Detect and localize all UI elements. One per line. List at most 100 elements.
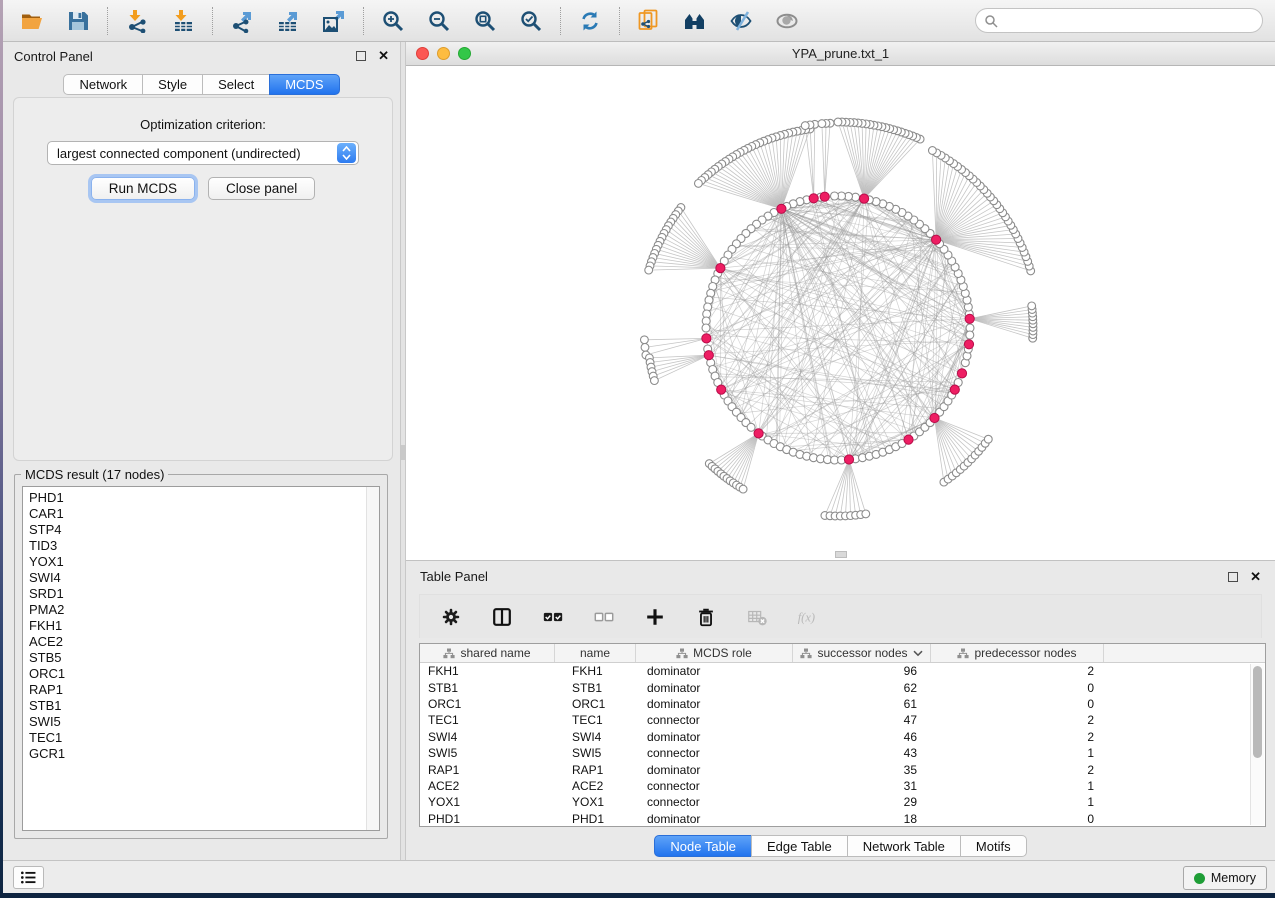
leaf-node <box>984 435 992 443</box>
tab-network[interactable]: Network <box>63 74 143 95</box>
table-row[interactable]: YOX1YOX1connector291 <box>420 794 1265 810</box>
table-row[interactable]: FKH1FKH1dominator962 <box>420 663 1265 679</box>
mcds-result-item[interactable]: YOX1 <box>29 554 379 570</box>
export-network-icon[interactable] <box>229 8 255 34</box>
table-scrollbar[interactable] <box>1250 664 1264 825</box>
table-row[interactable]: ORC1ORC1dominator610 <box>420 696 1265 712</box>
zoom-in-icon[interactable] <box>380 8 406 34</box>
import-table-icon[interactable] <box>170 8 196 34</box>
mcds-result-item[interactable]: PMA2 <box>29 602 379 618</box>
mcds-result-item[interactable]: ACE2 <box>29 634 379 650</box>
task-history-button[interactable] <box>13 866 44 889</box>
criterion-dropdown[interactable]: largest connected component (undirected) <box>47 141 359 165</box>
split-columns-icon[interactable] <box>490 605 514 629</box>
canvas-splitter-grip[interactable] <box>835 551 847 558</box>
zoom-out-icon[interactable] <box>426 8 452 34</box>
close-panel-icon[interactable]: ✕ <box>378 51 389 61</box>
mcds-hub-node <box>957 369 966 378</box>
tab-motifs[interactable]: Motifs <box>960 835 1027 857</box>
column-header-predecessor-nodes[interactable]: predecessor nodes <box>931 644 1104 662</box>
cell-name: ORC1 <box>555 697 636 711</box>
table-row[interactable]: STB1STB1dominator620 <box>420 679 1265 695</box>
search-field[interactable] <box>975 8 1263 33</box>
table-row[interactable]: RAP1RAP1dominator352 <box>420 761 1265 777</box>
mcds-hub-node <box>932 235 941 244</box>
mcds-result-item[interactable]: SRD1 <box>29 586 379 602</box>
deselect-all-checkboxes-icon[interactable] <box>592 605 616 629</box>
close-table-panel-icon[interactable]: ✕ <box>1250 572 1261 582</box>
cell-succ: 61 <box>793 697 931 711</box>
save-session-icon[interactable] <box>65 8 91 34</box>
mcds-result-item[interactable]: TID3 <box>29 538 379 554</box>
column-header-shared-name[interactable]: shared name <box>420 644 555 662</box>
mcds-result-item[interactable]: SWI4 <box>29 570 379 586</box>
mcds-list-scrollbar[interactable] <box>366 487 379 830</box>
tab-select[interactable]: Select <box>202 74 270 95</box>
table-scrollbar-thumb[interactable] <box>1253 666 1262 758</box>
tab-node-table[interactable]: Node Table <box>654 835 752 857</box>
column-header-name[interactable]: name <box>555 644 636 662</box>
clone-network-icon[interactable] <box>636 8 662 34</box>
table-row[interactable]: TEC1TEC1connector472 <box>420 712 1265 728</box>
criterion-value: largest connected component (undirected) <box>48 146 337 161</box>
cell-name: FKH1 <box>555 664 636 678</box>
mcds-result-item[interactable]: PHD1 <box>29 490 379 506</box>
zoom-fit-icon[interactable] <box>472 8 498 34</box>
mcds-result-item[interactable]: CAR1 <box>29 506 379 522</box>
table-row[interactable]: PHD1PHD1dominator180 <box>420 811 1265 827</box>
table-panel: Table Panel ✕ <box>406 563 1275 860</box>
tab-mcds[interactable]: MCDS <box>269 74 339 95</box>
close-panel-button[interactable]: Close panel <box>208 177 315 200</box>
network-overview-icon[interactable] <box>682 8 708 34</box>
cell-shared: ORC1 <box>420 697 555 711</box>
network-area: YPA_prune.txt_1 Table Panel ✕ <box>406 42 1275 860</box>
import-network-icon[interactable] <box>124 8 150 34</box>
mcds-result-item[interactable]: GCR1 <box>29 746 379 762</box>
refresh-layout-icon[interactable] <box>577 8 603 34</box>
table-panel-title: Table Panel <box>420 569 488 584</box>
column-settings-gear-icon[interactable] <box>439 605 463 629</box>
table-row[interactable]: SWI4SWI4dominator462 <box>420 729 1265 745</box>
delete-column-icon[interactable] <box>694 605 718 629</box>
mcds-result-item[interactable]: STB1 <box>29 698 379 714</box>
status-bar: Memory <box>3 860 1275 893</box>
show-hide-icon[interactable] <box>728 8 754 34</box>
table-row[interactable]: SWI5SWI5connector431 <box>420 745 1265 761</box>
fan-edge <box>936 186 980 240</box>
fan-edge <box>727 433 759 478</box>
search-input[interactable] <box>998 14 1262 28</box>
mcds-hub-node <box>777 204 786 213</box>
mcds-result-item[interactable]: STB5 <box>29 650 379 666</box>
table-row[interactable]: ACE2ACE2connector311 <box>420 778 1265 794</box>
mcds-result-list[interactable]: PHD1CAR1STP4TID3YOX1SWI4SRD1PMA2FKH1ACE2… <box>22 486 380 831</box>
mcds-result-item[interactable]: TEC1 <box>29 730 379 746</box>
column-header-successor-nodes[interactable]: successor nodes <box>793 644 931 662</box>
export-table-icon[interactable] <box>275 8 301 34</box>
svg-text:f(x): f(x) <box>798 610 815 624</box>
network-graph[interactable] <box>406 66 1275 561</box>
memory-button[interactable]: Memory <box>1183 866 1267 890</box>
mcds-hub-node <box>704 351 713 360</box>
splitter-grip[interactable] <box>401 445 405 460</box>
float-panel-icon[interactable] <box>356 51 366 61</box>
tab-style[interactable]: Style <box>142 74 203 95</box>
mcds-result-item[interactable]: FKH1 <box>29 618 379 634</box>
run-mcds-button[interactable]: Run MCDS <box>91 177 195 200</box>
add-column-icon[interactable] <box>643 605 667 629</box>
tab-network-table[interactable]: Network Table <box>847 835 961 857</box>
mcds-result-item[interactable]: ORC1 <box>29 666 379 682</box>
select-all-checkboxes-icon[interactable] <box>541 605 565 629</box>
mcds-result-item[interactable]: STP4 <box>29 522 379 538</box>
column-header-MCDS-role[interactable]: MCDS role <box>636 644 793 662</box>
float-table-panel-icon[interactable] <box>1228 572 1238 582</box>
open-file-icon[interactable] <box>19 8 45 34</box>
network-canvas[interactable] <box>406 66 1275 561</box>
network-edge <box>759 244 941 433</box>
mcds-result-item[interactable]: RAP1 <box>29 682 379 698</box>
export-image-icon[interactable] <box>321 8 347 34</box>
tab-edge-table[interactable]: Edge Table <box>751 835 848 857</box>
node-table[interactable]: shared namenameMCDS rolesuccessor nodesp… <box>419 643 1266 827</box>
cell-pred: 0 <box>931 697 1104 711</box>
mcds-result-item[interactable]: SWI5 <box>29 714 379 730</box>
zoom-selected-icon[interactable] <box>518 8 544 34</box>
